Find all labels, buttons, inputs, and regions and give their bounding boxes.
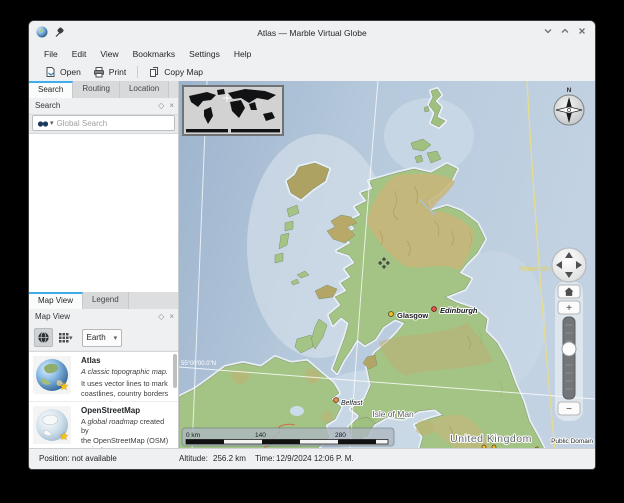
open-label: Open (60, 67, 81, 77)
status-altitude-value: 256.2 km (213, 449, 246, 468)
close-panel-icon[interactable]: × (169, 98, 174, 114)
minimize-icon[interactable] (543, 26, 553, 36)
city-label: Belfast (341, 400, 363, 407)
main-toolbar: Open Print Copy Map (29, 63, 595, 82)
menu-bookmarks[interactable]: Bookmarks (126, 45, 183, 63)
mapview-panel-title: Map View (35, 309, 70, 325)
zoom-in-label: + (566, 303, 572, 314)
window-title: Atlas — Marble Virtual Globe (29, 21, 595, 45)
favorite-star-icon: ★ (59, 382, 69, 393)
search-binoculars-icon (37, 119, 50, 128)
scale-end-label: 280 (335, 432, 346, 439)
overview-map[interactable] (183, 86, 283, 135)
float-panel-icon[interactable]: ◇ (158, 309, 164, 325)
belfast-marker (334, 398, 339, 403)
scale-mid-label: 140 (255, 432, 266, 439)
document-open-icon (45, 66, 56, 78)
sidebar: Search Routing Location Search ◇ × ▾ Glo… (29, 81, 179, 451)
screenshot-stage: Atlas — Marble Virtual Globe File Edit V… (0, 0, 624, 503)
navigation-controls: + − (552, 248, 586, 421)
menu-view[interactable]: View (93, 45, 125, 63)
marble-window: Atlas — Marble Virtual Globe File Edit V… (28, 20, 596, 470)
map-canvas[interactable]: 55°00'00.0"N Prime Meridian Glasgow Edin… (179, 81, 595, 451)
theme-name: OpenStreetMap (81, 406, 140, 415)
theme-name: Atlas (81, 356, 101, 365)
close-panel-icon[interactable]: × (169, 309, 174, 325)
mapview-dock-tabs: Map View Legend (29, 292, 178, 310)
toolbar-separator (137, 66, 138, 78)
latitude-label: 55°00'00.0"N (181, 361, 216, 367)
list-scrollbar-thumb[interactable] (173, 354, 177, 388)
zoom-slider-thumb[interactable] (562, 342, 576, 356)
attribution-label: Public Domain (551, 438, 593, 445)
status-altitude-label: Altitude: (179, 449, 208, 468)
search-results-area[interactable] (29, 133, 178, 293)
menu-settings[interactable]: Settings (182, 45, 227, 63)
tab-routing[interactable]: Routing (73, 81, 120, 98)
city-label: Glasgow (397, 311, 428, 320)
statusbar: Position: not available Altitude: 256.2 … (29, 448, 595, 469)
menu-edit[interactable]: Edit (65, 45, 94, 63)
search-placeholder: Global Search (57, 119, 108, 128)
print-icon (93, 66, 105, 78)
theme-description: A global roadmap created by the OpenStre… (81, 417, 170, 451)
map-theme-list: ★ Atlas A classic topographic map. It us… (29, 351, 178, 451)
compass-n-label: N (567, 87, 572, 94)
glasgow-marker (389, 312, 394, 317)
edinburgh-marker (432, 307, 437, 312)
united-kingdom-label: United Kingdom (450, 433, 532, 445)
status-time-value: 12/9/2024 12:06 P. M. (276, 449, 354, 468)
status-time-label: Time: (255, 449, 275, 468)
titlebar[interactable]: Atlas — Marble Virtual Globe (29, 21, 595, 46)
zoom-slider-track[interactable] (563, 317, 575, 399)
tab-map-view[interactable]: Map View (29, 292, 83, 309)
theme-description: A classic topographic map. It uses vecto… (81, 367, 170, 398)
celestial-body-select[interactable]: Earth ▾ (82, 329, 123, 347)
scale-bar: 0 km 140 280 (182, 428, 394, 446)
mapview-toolbar: ▾ Earth ▾ (29, 325, 178, 350)
globe-projection-button[interactable] (34, 328, 53, 347)
status-position: Position: not available (39, 449, 117, 468)
celestial-body-value: Earth (87, 333, 106, 342)
search-panel-title: Search (35, 98, 60, 114)
mapview-panel-header: Map View ◇ × (29, 309, 178, 326)
map-area: 55°00'00.0"N Prime Meridian Glasgow Edin… (179, 81, 595, 451)
copy-icon (149, 66, 160, 78)
print-label: Print (109, 67, 126, 77)
chevron-down-icon: ▾ (114, 334, 118, 342)
menubar: File Edit View Bookmarks Settings Help (29, 45, 595, 63)
print-button[interactable]: Print (87, 64, 132, 80)
tab-search[interactable]: Search (29, 81, 73, 98)
theme-item-atlas[interactable]: ★ Atlas A classic topographic map. It us… (29, 352, 178, 402)
search-dock-tabs: Search Routing Location (29, 81, 178, 99)
city-label: Edinburgh (440, 306, 478, 315)
view-mode-button[interactable]: ▾ (56, 329, 75, 346)
isle-of-man-label: Isle of Man (372, 409, 414, 419)
menu-file[interactable]: File (37, 45, 65, 63)
global-search-input[interactable]: ▾ Global Search (32, 115, 175, 131)
float-panel-icon[interactable]: ◇ (158, 98, 164, 114)
search-dropdown-icon[interactable]: ▾ (50, 119, 54, 127)
maximize-icon[interactable] (560, 26, 570, 36)
zoom-out-label: − (566, 404, 572, 415)
search-panel-header: Search ◇ × (29, 98, 178, 115)
scale-zero-label: 0 km (186, 432, 200, 439)
globe-icon (37, 331, 50, 344)
theme-item-openstreetmap[interactable]: ★ OpenStreetMap A global roadmap created… (29, 402, 178, 451)
chevron-down-icon: ▾ (69, 334, 73, 342)
menu-help[interactable]: Help (227, 45, 258, 63)
open-button[interactable]: Open (39, 64, 87, 80)
copy-map-button[interactable]: Copy Map (143, 64, 209, 80)
close-icon[interactable] (577, 26, 587, 36)
favorite-star-icon: ★ (59, 432, 69, 443)
grid-icon (58, 332, 69, 343)
tab-legend[interactable]: Legend (83, 292, 129, 309)
copy-map-label: Copy Map (164, 67, 203, 77)
tab-location[interactable]: Location (120, 81, 169, 98)
